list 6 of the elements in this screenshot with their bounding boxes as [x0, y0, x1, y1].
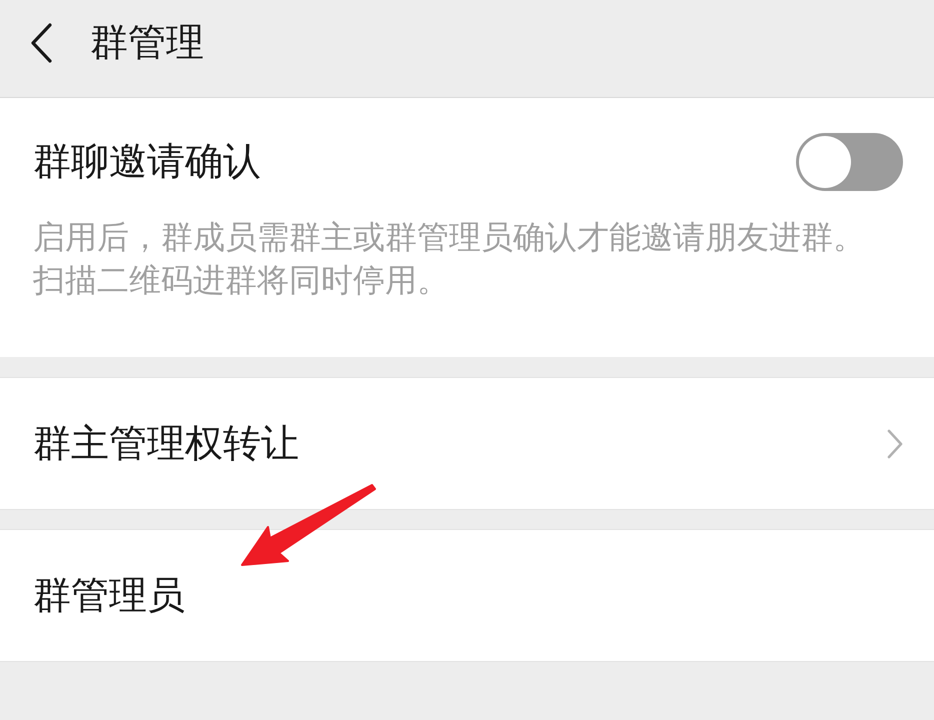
setting-description: 启用后，群成员需群主或群管理员确认才能邀请朋友进群。扫描二维码进群将同时停用。 — [33, 217, 866, 301]
settings-item[interactable]: 群主管理权转让 — [0, 377, 934, 510]
setting-label: 群聊邀请确认 — [33, 141, 261, 183]
settings-item[interactable]: 群管理员 — [0, 529, 934, 662]
back-icon[interactable] — [30, 22, 52, 62]
page-title: 群管理 — [90, 22, 204, 64]
